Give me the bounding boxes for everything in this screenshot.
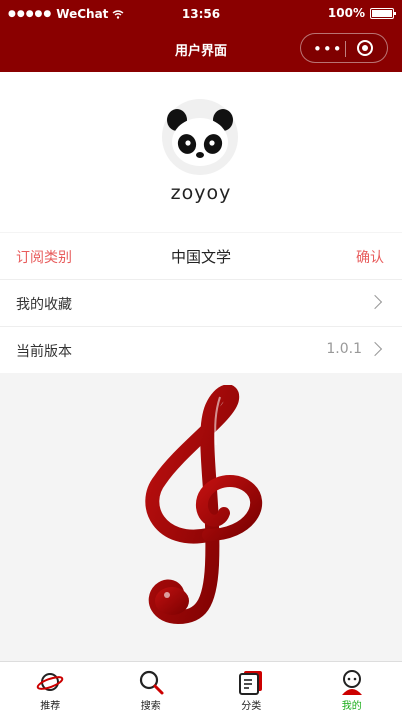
tab-label: 推荐 <box>0 697 101 712</box>
profile-header: zoyoy <box>0 72 402 232</box>
miniprogram-capsule: ••• <box>300 33 388 63</box>
search-icon <box>137 668 165 696</box>
battery-percent: 100% <box>328 6 365 20</box>
panda-avatar[interactable] <box>161 98 239 176</box>
treble-clef-illustration <box>120 385 290 635</box>
settings-list: 订阅类别 中国文学 确认 我的收藏 当前版本 1.0.1 <box>0 233 402 373</box>
tab-category[interactable]: 分类 <box>201 662 302 712</box>
tab-label: 我的 <box>302 697 402 712</box>
capsule-divider <box>345 41 346 57</box>
user-icon <box>338 668 366 696</box>
subscription-category-picker[interactable]: 中国文学 <box>0 246 402 267</box>
username: zoyoy <box>0 182 402 204</box>
version-value: 1.0.1 <box>326 341 362 357</box>
navigation-bar: 用户界面 ••• <box>0 28 402 72</box>
confirm-button[interactable]: 确认 <box>356 247 384 267</box>
tab-search[interactable]: 搜索 <box>101 662 202 712</box>
more-options-icon[interactable]: ••• <box>313 40 343 58</box>
subscription-row: 订阅类别 中国文学 确认 <box>0 233 402 280</box>
battery-icon <box>370 8 394 19</box>
favorites-row[interactable]: 我的收藏 <box>0 280 402 327</box>
tab-label: 分类 <box>201 697 302 712</box>
version-label: 当前版本 <box>16 341 72 361</box>
chevron-right-icon <box>368 295 382 309</box>
status-bar: ●●●●● WeChat 13:56 100% <box>0 0 402 28</box>
favorites-label: 我的收藏 <box>16 294 72 314</box>
category-icon <box>237 668 265 696</box>
battery-indicator: 100% <box>328 6 394 20</box>
close-miniprogram-icon[interactable] <box>357 40 373 56</box>
chevron-right-icon <box>368 342 382 356</box>
version-row[interactable]: 当前版本 1.0.1 <box>0 327 402 373</box>
tab-mine[interactable]: 我的 <box>302 662 402 712</box>
bottom-tab-bar: 推荐 搜索 分类 我的 <box>0 661 402 712</box>
tab-label: 搜索 <box>101 697 202 712</box>
planet-icon <box>36 668 64 696</box>
tab-recommend[interactable]: 推荐 <box>0 662 101 712</box>
